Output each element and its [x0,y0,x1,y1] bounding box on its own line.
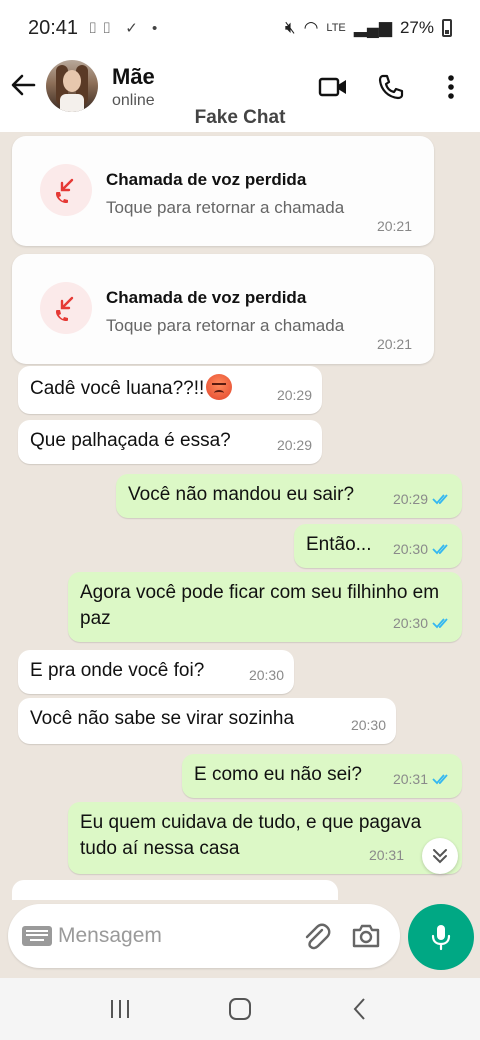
mute-icon: 🔇︎ [284,18,296,37]
call-subtitle: Toque para retornar a chamada [106,198,345,217]
status-time: 20:41 [28,16,79,39]
message-input-bar [8,904,400,968]
message-input[interactable] [58,918,288,954]
recent-apps-button[interactable] [100,989,140,1029]
back-arrow-icon [11,74,36,96]
status-bar: 20:41 ⌷⌷ ✓ • 🔇︎ ◠ LTE ▂▄▆ 27% [0,0,480,56]
message-text: Que palhaçada é essa? [30,430,231,451]
back-nav-icon [353,998,365,1020]
chat-header: Mãe online Fake Chat [0,56,480,132]
read-receipt-icon [432,618,448,629]
message-time: 20:30 [350,717,386,733]
wifi-icon: ◠ [303,18,319,37]
chat-area[interactable]: Chamada de voz perdida Toque para retorn… [0,132,480,900]
avatar[interactable] [46,60,98,112]
voice-call-button[interactable] [376,72,406,102]
call-title: Chamada de voz perdida [106,288,307,307]
message-time: 20:29 [276,387,312,403]
network-label: LTE [326,22,346,34]
camera-button[interactable] [350,920,382,952]
message-incoming[interactable]: Que palhaçada é essa? 20:29 [18,420,322,464]
mic-icon [431,925,451,951]
message-text: Cadê você luana??!! [30,378,205,399]
message-text: E pra onde você foi? [30,660,205,681]
message-outgoing[interactable]: Agora você pode ficar com seu filhinho e… [68,572,462,642]
missed-call-badge [40,282,92,334]
status-right: 🔇︎ ◠ LTE ▂▄▆ 27% [285,18,452,38]
read-receipt-icon [432,774,448,785]
missed-call-card[interactable]: Chamada de voz perdida Toque para retorn… [12,254,434,364]
fake-chat-watermark: Fake Chat [194,107,286,128]
back-button[interactable] [8,70,38,100]
video-call-button[interactable] [318,72,348,102]
attach-button[interactable] [300,920,332,952]
message-outgoing[interactable]: Então... 20:30 [294,524,462,568]
missed-call-icon [56,296,74,321]
call-title: Chamada de voz perdida [106,170,307,189]
message-time: 20:30 [392,541,428,557]
message-text: Agora você pode ficar com seu filhinho e… [80,582,440,629]
scroll-down-icon [433,849,447,864]
call-subtitle: Toque para retornar a chamada [106,316,345,335]
camera-icon [352,924,380,948]
message-text: E como eu não sei? [194,764,362,785]
contact-name[interactable]: Mãe [112,64,155,90]
call-time: 20:21 [376,336,412,352]
message-incoming[interactable]: E pra onde você foi? 20:30 [18,650,294,694]
video-call-icon [318,77,346,97]
keyboard-icon[interactable] [22,926,52,946]
battery-level: 27% [399,18,434,37]
recent-apps-icon [111,1000,129,1018]
voice-call-icon [378,74,404,100]
message-incoming[interactable]: Cadê você luana??!! 20:29 [18,366,322,414]
home-button[interactable] [220,989,260,1029]
message-text: Você não mandou eu sair? [128,484,355,505]
message-outgoing[interactable]: Você não mandou eu sair? 20:29 [116,474,462,518]
message-outgoing[interactable]: E como eu não sei? 20:31 [182,754,462,798]
message-text: Então... [306,534,372,555]
message-text: Você não sabe se virar sozinha [30,708,295,729]
signal-icon: ▂▄▆ [353,18,392,37]
attach-icon [305,923,331,950]
message-incoming[interactable]: Você não sabe se virar sozinha 20:30 [18,698,396,744]
battery-icon [442,19,452,37]
message-incoming-partial[interactable] [12,880,338,900]
read-receipt-icon [432,544,448,555]
message-time: 20:31 [392,771,428,787]
read-receipt-icon [432,494,448,505]
missed-call-icon [56,178,74,203]
more-options-button[interactable] [436,72,466,102]
missed-call-card[interactable]: Chamada de voz perdida Toque para retorn… [12,136,434,246]
home-icon [229,998,251,1020]
message-time: 20:30 [248,667,284,683]
back-nav-button[interactable] [340,989,380,1029]
mic-button[interactable] [408,904,474,970]
message-time: 20:29 [276,437,312,453]
angry-face-icon [206,374,233,400]
missed-call-badge [40,164,92,216]
message-time: 20:30 [392,615,428,631]
message-outgoing[interactable]: Eu quem cuidava de tudo, e que pagava tu… [68,802,462,874]
message-time: 20:31 [368,847,404,863]
scroll-down-button[interactable] [422,838,458,874]
system-nav-bar [0,978,480,1040]
notification-icons: ⌷⌷ ✓ • [88,20,163,37]
call-time: 20:21 [376,218,412,234]
message-time: 20:29 [392,491,428,507]
more-options-icon [448,75,454,99]
